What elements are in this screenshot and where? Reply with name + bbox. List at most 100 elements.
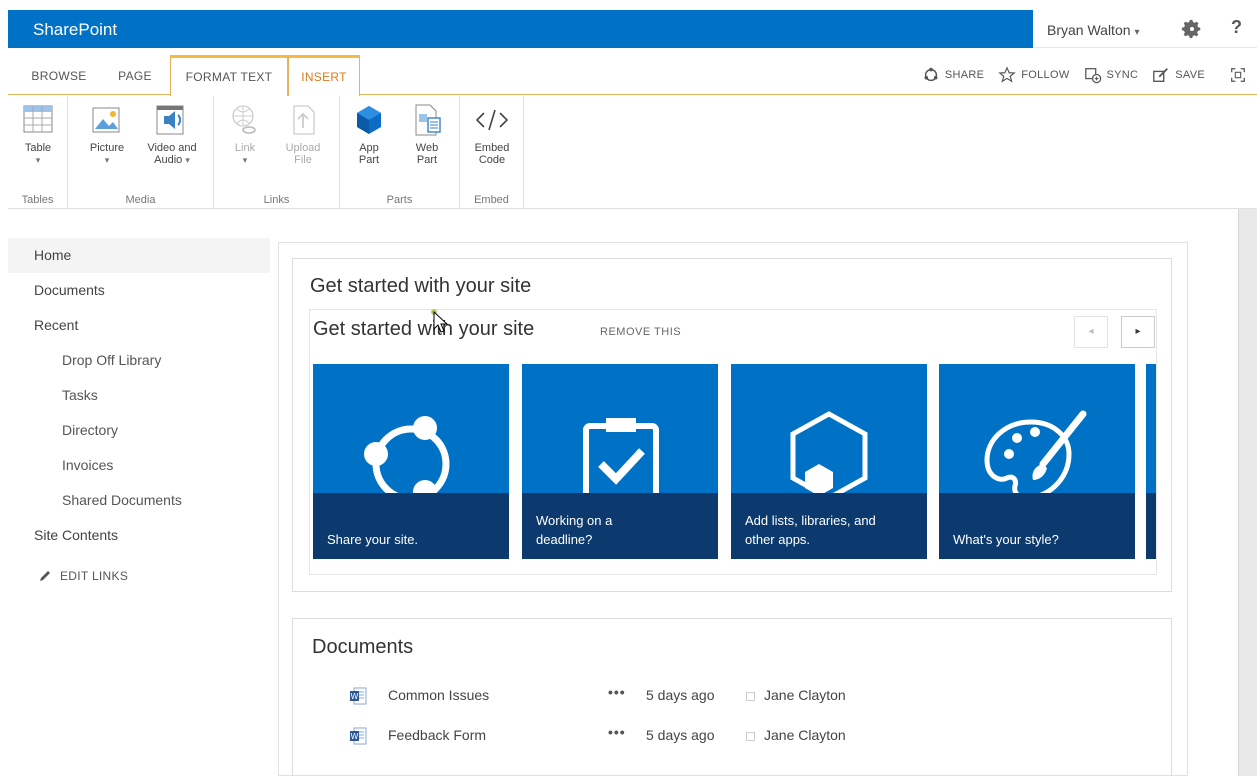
- tile-whats-your-style[interactable]: What's your style?: [939, 364, 1135, 559]
- help-icon[interactable]: ?: [1231, 17, 1242, 38]
- app-part-icon: [357, 106, 381, 134]
- modified-by[interactable]: Jane Clayton: [764, 727, 846, 743]
- next-arrow-icon[interactable]: ▸: [1121, 316, 1155, 348]
- tile-caption: What's your style?: [953, 530, 1125, 549]
- document-name[interactable]: Common Issues: [388, 687, 489, 703]
- modified-time: 5 days ago: [646, 727, 715, 743]
- ribbon-group-tables: Table ▾ Tables: [8, 96, 68, 208]
- save-label: SAVE: [1175, 69, 1205, 81]
- web-part-button[interactable]: Web Part: [402, 102, 452, 166]
- share-button[interactable]: SHARE: [922, 66, 984, 84]
- svg-text:W: W: [351, 692, 359, 701]
- tile-next-partial[interactable]: [1146, 364, 1156, 559]
- ribbon: Table ▾ Tables Picture ▾ Video and Audio…: [8, 96, 528, 208]
- user-menu[interactable]: Bryan Walton ▾: [1047, 22, 1140, 38]
- web-part-label-line1: Web: [415, 142, 439, 154]
- share-icon: [924, 67, 938, 82]
- embed-label-line1: Embed: [474, 142, 510, 154]
- remove-this-link[interactable]: REMOVE THIS: [600, 326, 681, 338]
- tile-add-apps[interactable]: Add lists, libraries, and other apps.: [731, 364, 927, 559]
- video-audio-icon: [156, 105, 184, 135]
- embed-code-button[interactable]: Embed Code: [467, 102, 517, 166]
- code-icon: [475, 109, 509, 131]
- picture-button[interactable]: Picture ▾: [82, 102, 132, 166]
- previous-arrow-icon[interactable]: ◂: [1074, 316, 1108, 348]
- document-row: W Feedback Form ••• 5 days ago Jane Clay…: [340, 724, 900, 748]
- upload-file-button[interactable]: Upload File: [278, 102, 328, 166]
- star-icon: [998, 66, 1016, 83]
- follow-button[interactable]: FOLLOW: [998, 66, 1069, 84]
- upload-icon: [293, 105, 315, 135]
- group-label-media: Media: [125, 194, 156, 206]
- chevron-down-icon: ▾: [35, 155, 41, 165]
- user-area: Bryan Walton ▾ ?: [1033, 10, 1257, 48]
- document-name[interactable]: Feedback Form: [388, 727, 486, 743]
- nav-shared-documents[interactable]: Shared Documents: [8, 483, 270, 518]
- link-button[interactable]: Link ▾: [220, 102, 270, 166]
- sync-label: SYNC: [1106, 69, 1139, 81]
- more-options-icon[interactable]: •••: [608, 684, 626, 700]
- app-part-button[interactable]: App Part: [344, 102, 394, 166]
- vertical-scrollbar[interactable]: [1238, 209, 1257, 776]
- more-options-icon[interactable]: •••: [608, 724, 626, 740]
- nav-documents[interactable]: Documents: [8, 273, 270, 308]
- group-label-links: Links: [263, 194, 290, 206]
- sync-button[interactable]: SYNC: [1084, 66, 1139, 84]
- tab-browse[interactable]: BROWSE: [26, 55, 92, 95]
- ribbon-group-embed: Embed Code Embed: [460, 96, 524, 208]
- tile-caption-line2: other apps.: [745, 532, 811, 547]
- picture-icon: [92, 107, 120, 133]
- embed-label-line2: Code: [478, 154, 506, 166]
- tile-caption-line1: Add lists, libraries, and: [745, 513, 876, 528]
- nav-tasks[interactable]: Tasks: [8, 378, 270, 413]
- tile-share-site[interactable]: Share your site.: [313, 364, 509, 559]
- tab-insert[interactable]: INSERT: [288, 55, 360, 96]
- ribbon-group-links: Link ▾ Upload File Links: [214, 96, 340, 208]
- tab-format-text[interactable]: FORMAT TEXT: [170, 55, 288, 96]
- tile-band: [939, 493, 1135, 559]
- sync-icon: [1084, 68, 1101, 84]
- tile-caption: Working on a deadline?: [536, 511, 708, 549]
- page-actions: SHARE FOLLOW SYNC SAVE: [922, 55, 1257, 95]
- tab-page[interactable]: PAGE: [110, 55, 160, 95]
- focus-icon: [1231, 68, 1245, 82]
- nav-directory[interactable]: Directory: [8, 413, 270, 448]
- tile-caption-line1: Share your site.: [327, 532, 419, 547]
- brand-link[interactable]: SharePoint: [33, 20, 117, 40]
- modified-by[interactable]: Jane Clayton: [764, 687, 846, 703]
- pencil-icon: [40, 571, 50, 581]
- nav-drop-off-library[interactable]: Drop Off Library: [8, 343, 270, 378]
- documents-webpart-title[interactable]: Documents: [312, 636, 413, 659]
- app-part-label-line1: App: [359, 142, 379, 154]
- nav-invoices[interactable]: Invoices: [8, 448, 270, 483]
- video-audio-button[interactable]: Video and Audio ▾: [142, 102, 202, 166]
- edit-links-button[interactable]: EDIT LINKS: [8, 569, 270, 583]
- save-button[interactable]: SAVE: [1152, 66, 1205, 84]
- nav-home[interactable]: Home: [8, 238, 270, 273]
- video-label-line1: Video and: [147, 142, 197, 154]
- chevron-down-icon: ▾: [104, 155, 110, 165]
- user-name: Bryan Walton: [1047, 22, 1131, 38]
- tile-caption-line2: deadline?: [536, 532, 593, 547]
- nav-site-contents[interactable]: Site Contents: [8, 518, 270, 553]
- web-part-icon: [415, 104, 441, 136]
- tile-band: [1146, 493, 1156, 559]
- link-globe-icon: [232, 105, 256, 134]
- focus-button[interactable]: [1229, 66, 1247, 84]
- tile-working-deadline[interactable]: Working on a deadline?: [522, 364, 718, 559]
- chevron-down-icon: ▾: [185, 155, 190, 165]
- nav-recent[interactable]: Recent: [8, 308, 270, 343]
- table-button[interactable]: Table ▾: [13, 102, 63, 166]
- presence-indicator: [746, 732, 755, 741]
- picture-label: Picture: [89, 142, 125, 154]
- tile-band: [313, 493, 509, 559]
- tile-caption-line1: What's your style?: [953, 532, 1059, 547]
- video-label-line2: Audio: [154, 154, 183, 166]
- quick-launch: Home Documents Recent Drop Off Library T…: [8, 238, 270, 583]
- get-started-webpart-title: Get started with your site: [310, 275, 532, 297]
- edit-links-label: EDIT LINKS: [60, 569, 129, 583]
- gear-icon[interactable]: [1181, 18, 1203, 40]
- chevron-down-icon: ▾: [1134, 27, 1140, 38]
- follow-label: FOLLOW: [1021, 69, 1070, 81]
- table-label: Table: [24, 142, 52, 154]
